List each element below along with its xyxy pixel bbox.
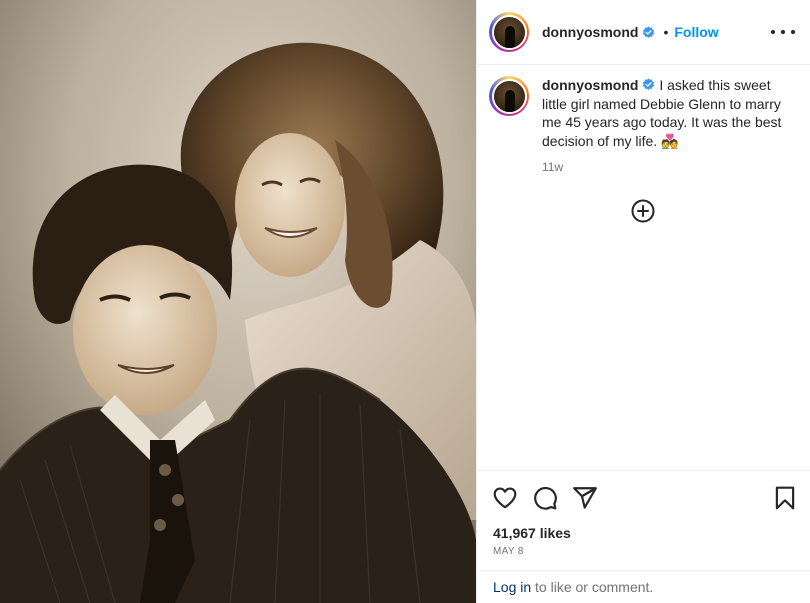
caption-username[interactable]: donnyosmond [542,77,638,93]
avatar-image [491,14,527,50]
login-link[interactable]: Log in [493,579,531,595]
more-options-icon[interactable] [771,22,795,42]
caption: donnyosmond I asked this sweet little gi… [542,76,797,177]
like-count[interactable]: 41,967 likes [493,525,571,541]
username-link[interactable]: donnyosmond [542,24,638,40]
comment-icon[interactable] [532,485,558,511]
login-prompt: Log in to like or comment. [477,570,810,603]
login-prompt-text: to like or comment. [531,579,654,595]
action-bar [477,470,810,520]
post-date: MAY 8 [493,546,524,557]
avatar[interactable] [489,12,529,52]
couple-emoji: 💑 [661,132,679,149]
caption-avatar[interactable] [489,76,529,116]
verified-badge-icon [643,25,655,38]
post-header: donnyosmond • Follow [477,0,810,65]
add-comment-icon[interactable] [631,199,655,223]
follow-button[interactable]: Follow [674,24,718,40]
post-side-panel: donnyosmond • Follow donnyosmond I asked… [476,0,810,603]
couple-sepia-photo [0,0,476,603]
share-icon[interactable] [572,485,598,511]
separator-dot: • [663,24,669,40]
avatar-image [491,78,527,114]
heart-icon[interactable] [492,485,518,511]
post-time[interactable]: 11w [542,158,797,177]
caption-block: donnyosmond I asked this sweet little gi… [489,76,799,177]
verified-badge-icon [643,78,655,90]
bookmark-icon[interactable] [772,485,798,511]
post-photo[interactable] [0,0,476,603]
